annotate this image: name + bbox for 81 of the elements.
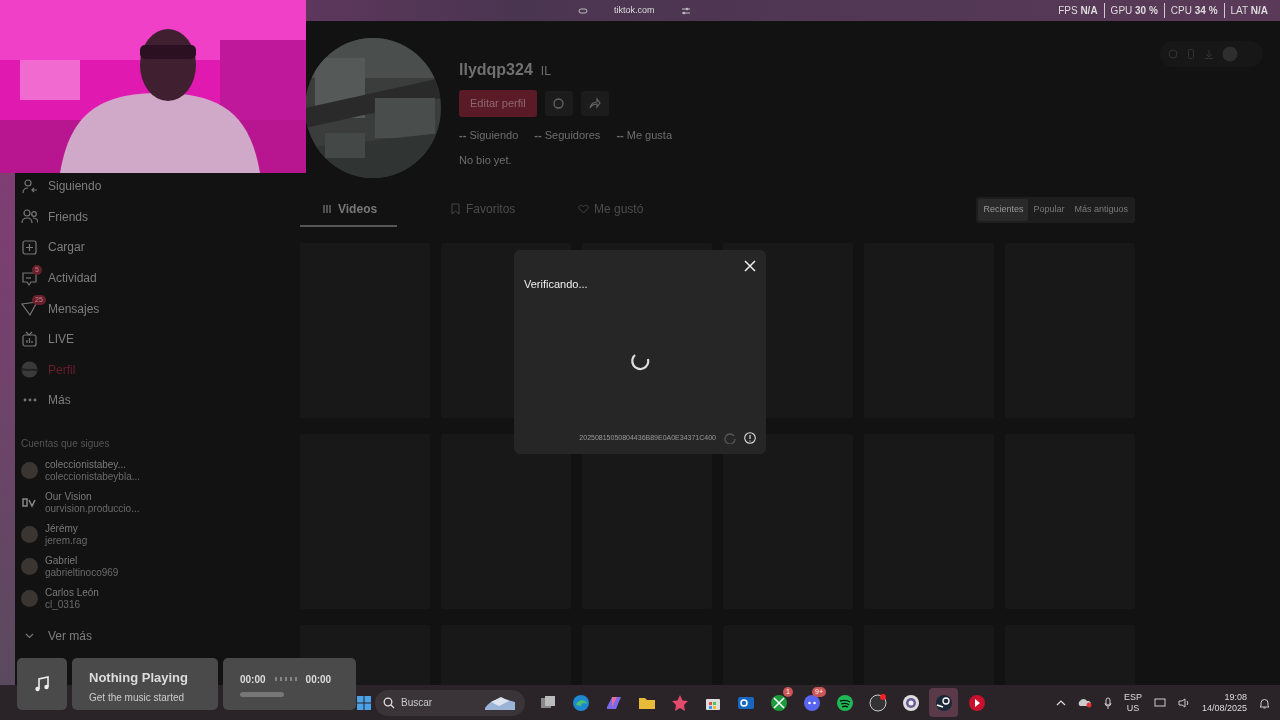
people-icon	[21, 208, 38, 226]
message-box-icon	[21, 269, 38, 287]
more-icon	[22, 398, 37, 403]
search-icon	[383, 696, 395, 709]
time-total: 00:00	[305, 672, 332, 687]
profile-stat[interactable]: -- Siguiendo	[459, 126, 519, 143]
share-icon	[588, 96, 602, 110]
profile-tab[interactable]: Videos	[300, 193, 397, 227]
chevron-up-icon[interactable]	[1055, 698, 1066, 707]
account-handle: cl_0316	[45, 598, 82, 611]
paper-plane-icon	[21, 300, 38, 318]
close-button[interactable]	[744, 260, 756, 272]
profile-stat[interactable]: -- Me gusta	[616, 126, 672, 143]
progress-track	[240, 691, 284, 697]
sidebar-item[interactable]: Más	[15, 385, 300, 416]
cloud-icon[interactable]	[1077, 697, 1092, 708]
sort-option[interactable]: Popular	[1028, 199, 1070, 221]
heart-icon	[578, 202, 589, 215]
clock[interactable]: 19:08 14/08/2025	[1201, 691, 1247, 714]
stat-readout: GPU 30 %	[1103, 3, 1164, 18]
chat-bubble-icon	[801, 692, 822, 713]
bookmark-icon	[450, 202, 461, 215]
bars-icon	[273, 676, 298, 682]
x-circle-icon	[768, 692, 789, 713]
account-name[interactable]: Jérémy	[45, 522, 88, 535]
username: llydqp324	[459, 60, 533, 80]
sort-option[interactable]: Recientes	[978, 199, 1029, 221]
sort-option[interactable]: Más antiguos	[1069, 199, 1133, 221]
person-arrow-icon	[21, 177, 38, 195]
account-handle: jerem.rag	[45, 534, 88, 547]
sidebar-item[interactable]: LIVE	[15, 323, 300, 355]
track-title: Nothing Playing	[89, 669, 189, 687]
sidebar-item[interactable]: Friends	[15, 201, 300, 233]
account-handle: ourvision.produccio...	[45, 502, 140, 515]
see-more-link[interactable]: Ver más	[15, 620, 300, 652]
sound-waves-icon	[834, 692, 855, 713]
swirl-icon	[570, 692, 591, 713]
windows-logo-icon[interactable]	[356, 694, 372, 711]
settings-button[interactable]	[544, 90, 573, 116]
stat-readout: CPU 34 %	[1163, 3, 1224, 18]
volume-icon[interactable]	[1177, 697, 1190, 708]
close-icon	[744, 260, 756, 272]
grid-icon	[322, 202, 333, 215]
avatar-icon	[21, 361, 38, 379]
chevron-down-icon	[25, 633, 34, 640]
sidebar-item[interactable]: Cargar	[15, 232, 300, 263]
account-name[interactable]: Gabriel	[45, 554, 119, 567]
sliders-icon	[680, 6, 691, 15]
track-subtitle: Get the music started	[89, 690, 186, 705]
profile-stat[interactable]: -- Seguidores	[534, 126, 601, 143]
dialog-title: Verificando...	[524, 277, 589, 292]
address-text[interactable]: tiktok.com	[614, 3, 655, 18]
search-field[interactable]: Buscar	[375, 689, 525, 716]
plus-square-icon	[21, 239, 38, 256]
account-name[interactable]: Carlos León	[45, 586, 99, 599]
stat-readout: FPS N/A	[1057, 4, 1099, 18]
account-name[interactable]: coleccionistabey...	[45, 458, 141, 471]
play-circle-icon	[966, 692, 987, 713]
share-button[interactable]	[580, 90, 609, 116]
info-icon[interactable]	[744, 432, 756, 444]
edit-profile-button[interactable]: Editar perfil	[459, 90, 537, 117]
record-circle-icon	[867, 692, 888, 713]
bell-icon[interactable]	[1259, 696, 1270, 709]
section-heading: Cuentas que sigues	[20, 436, 111, 451]
monitor-icon[interactable]	[1153, 697, 1166, 708]
time-elapsed: 00:00	[240, 672, 266, 687]
settings-icon	[552, 96, 566, 110]
ring-icon	[900, 692, 921, 713]
bio-text: No bio yet.	[459, 153, 513, 168]
tv-icon	[21, 330, 38, 348]
account-handle: coleccionistabeybla...	[45, 470, 141, 483]
microphone-icon[interactable]	[1103, 696, 1112, 709]
sidebar-item[interactable]: Siguiendo	[15, 171, 300, 202]
stat-readout: LAT N/A	[1223, 3, 1274, 18]
account-name[interactable]: Our Vision	[45, 490, 140, 503]
language-indicator[interactable]: ESP US	[1123, 691, 1142, 714]
music-note-icon	[34, 676, 50, 692]
link-icon	[578, 6, 588, 15]
taskbar-app[interactable]	[929, 688, 958, 717]
country-tag: IL	[540, 62, 551, 80]
account-handle: gabrieltinoco969	[45, 566, 119, 579]
